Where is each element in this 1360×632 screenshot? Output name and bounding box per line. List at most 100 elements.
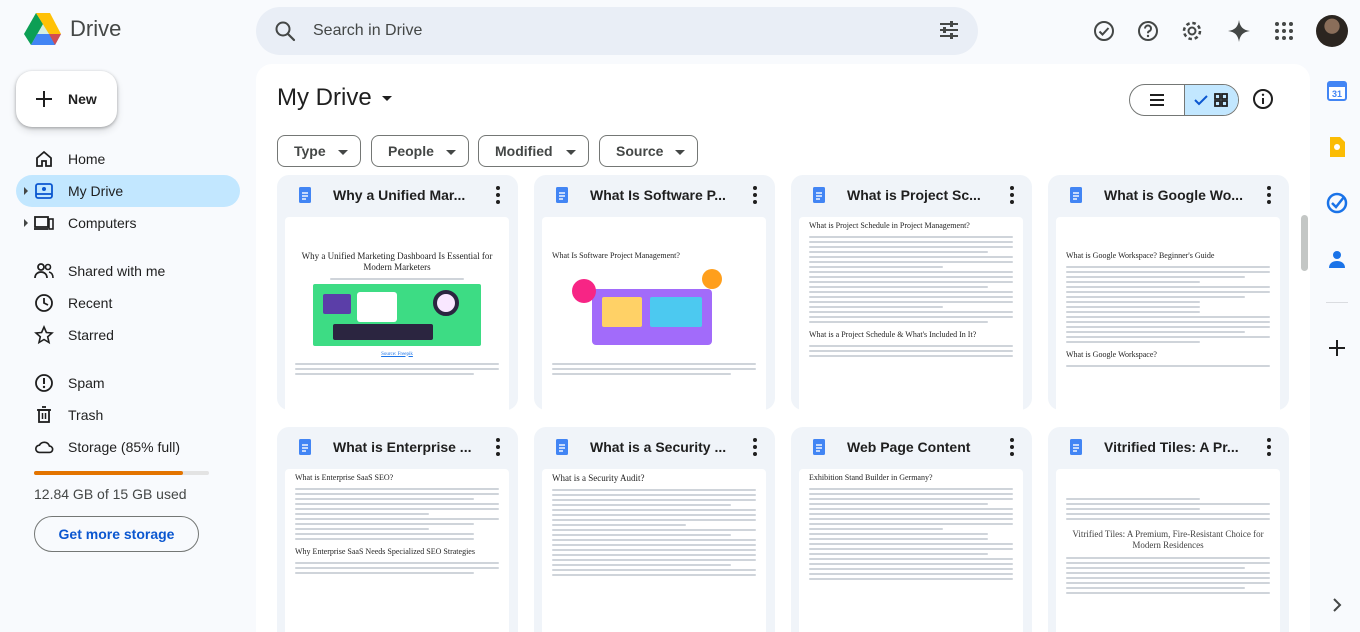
expand-caret-icon[interactable] <box>24 219 28 227</box>
file-card[interactable]: What is Project Sc... What is Project Sc… <box>791 175 1032 410</box>
file-card-title: What Is Software P... <box>590 187 726 203</box>
sidebar-item-shared-with-me[interactable]: Shared with me <box>16 255 240 287</box>
file-card-header: What is Google Wo... <box>1048 175 1289 215</box>
filter-source-chip[interactable]: Source <box>599 135 698 167</box>
search-icon[interactable] <box>273 19 297 43</box>
sidebar-item-computers[interactable]: Computers <box>16 207 240 239</box>
filter-modified-chip[interactable]: Modified <box>478 135 589 167</box>
filter-chip-label: Type <box>294 143 326 159</box>
filter-type-chip[interactable]: Type <box>277 135 361 167</box>
expand-caret-icon[interactable] <box>24 187 28 195</box>
app-name: Drive <box>70 16 122 41</box>
search-bar[interactable] <box>256 7 978 55</box>
account-avatar[interactable] <box>1316 15 1348 47</box>
search-options-icon[interactable] <box>938 19 960 41</box>
list-view-button[interactable] <box>1130 85 1184 115</box>
recent-clock-icon <box>35 294 53 312</box>
thumbnail-heading: Vitrified Tiles: A Premium, Fire-Resista… <box>1072 529 1264 551</box>
more-options-icon[interactable] <box>1010 437 1014 457</box>
file-thumbnail: Why a Unified Marketing Dashboard Is Ess… <box>285 217 509 410</box>
more-options-icon[interactable] <box>1267 185 1271 205</box>
file-card-header: What is Project Sc... <box>791 175 1032 215</box>
file-thumbnail: Vitrified Tiles: A Premium, Fire-Resista… <box>1056 469 1280 632</box>
file-card[interactable]: Web Page Content Exhibition Stand Builde… <box>791 427 1032 632</box>
my-drive-icon <box>35 183 53 199</box>
sidebar-item-label: Recent <box>68 295 113 311</box>
more-options-icon[interactable] <box>496 185 500 205</box>
file-thumbnail: What is Google Workspace? Beginner's Gui… <box>1056 217 1280 410</box>
keep-icon[interactable] <box>1326 136 1348 158</box>
grid-view-icon <box>1214 93 1229 107</box>
settings-gear-icon[interactable] <box>1177 16 1207 46</box>
file-card-title: What is Project Sc... <box>847 187 981 203</box>
file-card-header: Web Page Content <box>791 427 1032 467</box>
thumbnail-subheading: What is Google Workspace? <box>1066 350 1157 359</box>
sidebar-item-label: Starred <box>68 327 114 343</box>
more-options-icon[interactable] <box>496 437 500 457</box>
thumbnail-subheading: Why Enterprise SaaS Needs Specialized SE… <box>295 547 475 556</box>
drive-logo[interactable]: Drive <box>24 12 121 46</box>
file-card-header: What is Enterprise ... <box>277 427 518 467</box>
filter-chip-label: People <box>388 143 434 159</box>
filter-people-chip[interactable]: People <box>371 135 469 167</box>
sidebar-item-trash[interactable]: Trash <box>16 399 240 431</box>
software-illustration <box>572 269 736 357</box>
file-thumbnail: What is a Security Audit? <box>542 469 766 632</box>
sidebar-item-label: My Drive <box>68 183 124 199</box>
help-icon[interactable] <box>1133 16 1163 46</box>
file-card[interactable]: What Is Software P... What Is Software P… <box>534 175 775 410</box>
sidebar-item-label: Storage (85% full) <box>68 439 181 455</box>
file-card-header: What Is Software P... <box>534 175 775 215</box>
info-icon[interactable] <box>1252 88 1274 110</box>
sidebar-item-storage[interactable]: Storage (85% full) <box>16 431 240 463</box>
more-options-icon[interactable] <box>753 437 757 457</box>
add-addon-plus-icon[interactable] <box>1326 337 1348 359</box>
ready-for-offline-icon[interactable] <box>1089 16 1119 46</box>
list-view-icon <box>1149 94 1164 106</box>
contacts-icon[interactable] <box>1326 248 1348 270</box>
view-toggle[interactable] <box>1129 84 1239 116</box>
sidebar-item-label: Shared with me <box>68 263 166 279</box>
get-more-storage-button[interactable]: Get more storage <box>34 516 199 552</box>
file-card[interactable]: Why a Unified Mar... Why a Unified Marke… <box>277 175 518 410</box>
file-card-title: Why a Unified Mar... <box>333 187 466 203</box>
scrollbar-thumb[interactable] <box>1301 215 1308 271</box>
file-card[interactable]: What is Google Wo... What is Google Work… <box>1048 175 1289 410</box>
more-options-icon[interactable] <box>1267 437 1271 457</box>
more-options-icon[interactable] <box>1010 185 1014 205</box>
more-options-icon[interactable] <box>753 185 757 205</box>
file-card[interactable]: What is Enterprise ... What is Enterpris… <box>277 427 518 632</box>
file-card[interactable]: What is a Security ... What is a Securit… <box>534 427 775 632</box>
expand-panel-chevron-icon[interactable] <box>1326 594 1348 616</box>
storage-usage-fill <box>34 471 183 475</box>
chevron-down-icon <box>566 150 576 155</box>
sidebar-item-home[interactable]: Home <box>16 143 240 175</box>
sidebar-item-starred[interactable]: Starred <box>16 319 240 351</box>
file-card-title: Web Page Content <box>847 439 971 455</box>
sidebar-item-my-drive[interactable]: My Drive <box>16 175 240 207</box>
apps-grid-icon[interactable] <box>1269 16 1299 46</box>
shared-icon <box>34 263 54 279</box>
thumbnail-subheading: What is a Project Schedule & What's Incl… <box>809 330 977 339</box>
spam-icon <box>35 374 53 392</box>
google-doc-icon <box>299 439 311 455</box>
file-card-title: What is Google Wo... <box>1104 187 1243 203</box>
sidebar-item-spam[interactable]: Spam <box>16 367 240 399</box>
file-card[interactable]: Vitrified Tiles: A Pr... Vitrified Tiles… <box>1048 427 1289 632</box>
gemini-sparkle-icon[interactable] <box>1224 16 1254 46</box>
storage-usage-bar <box>34 471 209 475</box>
google-doc-icon <box>556 187 568 203</box>
file-card-header: Why a Unified Mar... <box>277 175 518 215</box>
search-input[interactable] <box>313 22 913 40</box>
file-card-title: What is Enterprise ... <box>333 439 472 455</box>
sidebar-item-recent[interactable]: Recent <box>16 287 240 319</box>
page-title[interactable]: My Drive <box>277 84 392 112</box>
grid-view-button[interactable] <box>1183 85 1238 115</box>
tasks-icon[interactable] <box>1326 192 1348 214</box>
sidebar-item-label: Home <box>68 151 106 167</box>
file-card-header: Vitrified Tiles: A Pr... <box>1048 427 1289 467</box>
google-doc-icon <box>1070 439 1082 455</box>
filter-chip-label: Modified <box>495 143 553 159</box>
calendar-icon[interactable]: 31 <box>1326 80 1348 102</box>
new-button[interactable]: New <box>16 71 117 127</box>
